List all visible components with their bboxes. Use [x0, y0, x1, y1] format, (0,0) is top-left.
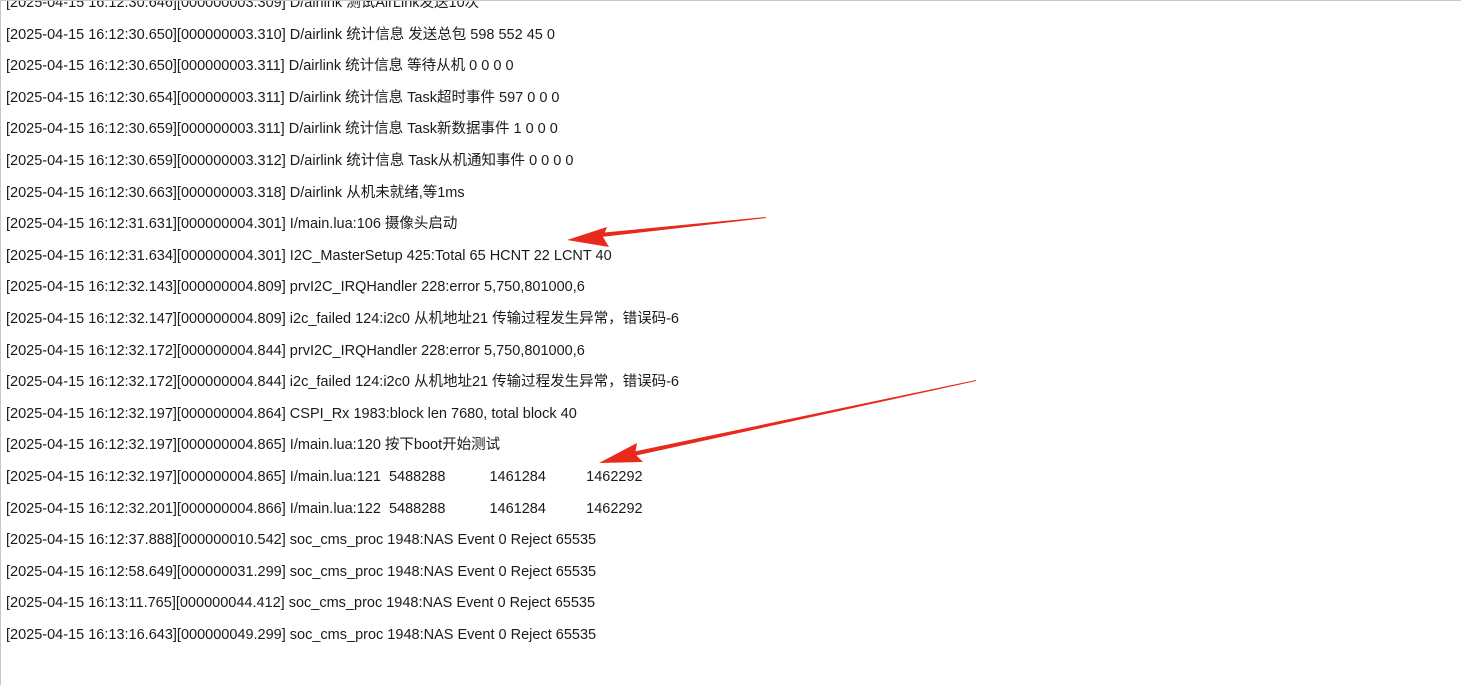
log-line: [2025-04-15 16:12:32.143][000000004.809]…: [6, 279, 585, 296]
log-line: [2025-04-15 16:12:37.888][000000010.542]…: [6, 532, 597, 549]
log-line: [2025-04-15 16:12:58.649][000000031.299]…: [6, 563, 597, 580]
log-line: [2025-04-15 16:12:32.197][000000004.864]…: [6, 405, 577, 422]
log-line: [2025-04-15 16:12:30.646][000000003.309]…: [6, 0, 480, 11]
log-line: [2025-04-15 16:12:32.172][000000004.844]…: [6, 374, 679, 391]
log-line: [2025-04-15 16:12:30.650][000000003.310]…: [6, 26, 555, 43]
log-line-boot-test: [2025-04-15 16:12:32.197][000000004.865]…: [6, 437, 501, 454]
log-line: [2025-04-15 16:12:30.659][000000003.311]…: [6, 121, 558, 138]
log-line: [2025-04-15 16:12:32.197][000000004.865]…: [6, 468, 643, 485]
log-line: [2025-04-15 16:12:31.634][000000004.301]…: [6, 247, 612, 264]
log-line: [2025-04-15 16:12:32.201][000000004.866]…: [6, 500, 643, 517]
log-line: [2025-04-15 16:12:30.650][000000003.311]…: [6, 58, 514, 75]
log-line: [2025-04-15 16:12:32.172][000000004.844]…: [6, 342, 585, 359]
log-window: [2025-04-15 16:12:30.646][000000003.309]…: [0, 0, 1461, 685]
log-output[interactable]: [2025-04-15 16:12:30.646][000000003.309]…: [6, 0, 1446, 651]
log-line: [2025-04-15 16:13:11.765][000000044.412]…: [6, 595, 596, 612]
log-line-camera-start: [2025-04-15 16:12:31.631][000000004.301]…: [6, 216, 458, 233]
log-line: [2025-04-15 16:12:30.663][000000003.318]…: [6, 184, 465, 201]
log-line: [2025-04-15 16:12:30.654][000000003.311]…: [6, 89, 560, 106]
log-line: [2025-04-15 16:12:30.659][000000003.312]…: [6, 152, 574, 169]
log-line: [2025-04-15 16:13:16.643][000000049.299]…: [6, 626, 597, 643]
log-line: [2025-04-15 16:12:32.147][000000004.809]…: [6, 310, 679, 327]
